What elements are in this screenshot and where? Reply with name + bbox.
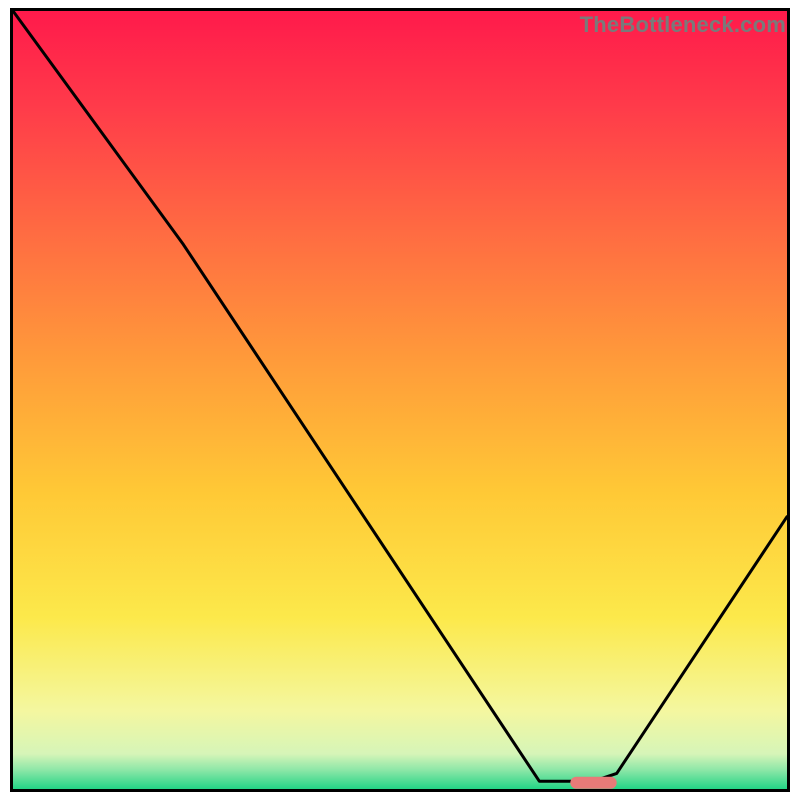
chart-background (13, 11, 787, 789)
optimal-marker (570, 777, 616, 789)
attribution-text: TheBottleneck.com (580, 12, 786, 38)
bottleneck-chart (13, 11, 787, 789)
